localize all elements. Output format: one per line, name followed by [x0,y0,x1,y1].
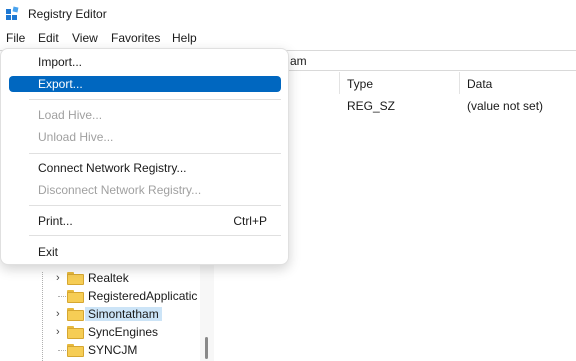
column-header-type[interactable]: Type [347,72,373,96]
menu-item-label: Connect Network Registry... [38,161,187,175]
menu-bar: File Edit View Favorites Help [0,28,576,50]
menu-item-shortcut: Ctrl+P [233,214,267,228]
tree-item-registeredapplications[interactable]: RegisteredApplicatic [0,287,200,305]
menu-item-disconnect-network-registry: Disconnect Network Registry... [9,182,281,198]
folder-icon [67,290,84,303]
tree-connector [58,296,66,297]
menu-item-label: Print... [38,214,73,228]
menu-item-connect-network-registry[interactable]: Connect Network Registry... [9,160,281,176]
column-header-data[interactable]: Data [467,72,492,96]
tree-item-label: Realtek [88,271,129,285]
menu-item-label: Export... [38,77,83,91]
menu-item-label: Load Hive... [38,108,103,122]
folder-icon [67,272,84,285]
menu-separator [29,153,281,154]
menu-separator [29,99,281,100]
menu-file[interactable]: File [6,31,25,45]
file-menu-dropdown: Import... Export... Load Hive... Unload … [0,48,289,265]
value-row-data[interactable]: (value not set) [467,99,543,113]
menu-separator [29,205,281,206]
menu-item-label: Import... [38,55,83,69]
menu-separator [29,235,281,236]
menu-item-print[interactable]: Print... Ctrl+P [9,213,281,229]
window-title: Registry Editor [28,7,107,21]
menu-view[interactable]: View [72,31,98,45]
folder-icon [67,344,84,357]
column-divider[interactable] [459,72,460,94]
folder-icon [67,326,84,339]
menu-edit[interactable]: Edit [38,31,59,45]
menu-item-label: Unload Hive... [38,130,114,144]
menu-item-load-hive: Load Hive... [9,107,281,123]
registry-editor-icon [6,6,19,20]
scrollbar-thumb[interactable] [205,337,208,359]
tree-item-label: Simontatham [85,307,162,321]
menu-favorites[interactable]: Favorites [111,31,160,45]
chevron-right-icon[interactable]: › [56,308,66,320]
tree-item-syncengines[interactable]: › SyncEngines [0,323,200,341]
tree-item-label: SYNCJM [88,343,138,357]
value-row-type[interactable]: REG_SZ [347,99,395,113]
tree-connector [58,350,66,351]
title-bar: Registry Editor [0,0,576,28]
tree-item-syncjm[interactable]: SYNCJM [0,341,200,359]
column-divider[interactable] [339,72,340,94]
menu-item-import[interactable]: Import... [9,54,281,70]
menu-item-exit[interactable]: Exit [9,244,281,260]
menu-item-unload-hive: Unload Hive... [9,129,281,145]
chevron-right-icon[interactable]: › [56,272,66,284]
menu-item-label: Disconnect Network Registry... [38,183,202,197]
menu-help[interactable]: Help [172,31,197,45]
tree-item-realtek[interactable]: › Realtek [0,269,200,287]
menu-item-export[interactable]: Export... [9,76,281,92]
menu-item-label: Exit [38,245,59,259]
tree-item-simontatham[interactable]: › Simontatham [0,305,200,323]
chevron-right-icon[interactable]: › [56,326,66,338]
tree-item-label: RegisteredApplicatic [88,289,198,303]
tree-item-label: SyncEngines [88,325,159,339]
address-path: am [290,54,307,68]
folder-icon [67,308,84,321]
